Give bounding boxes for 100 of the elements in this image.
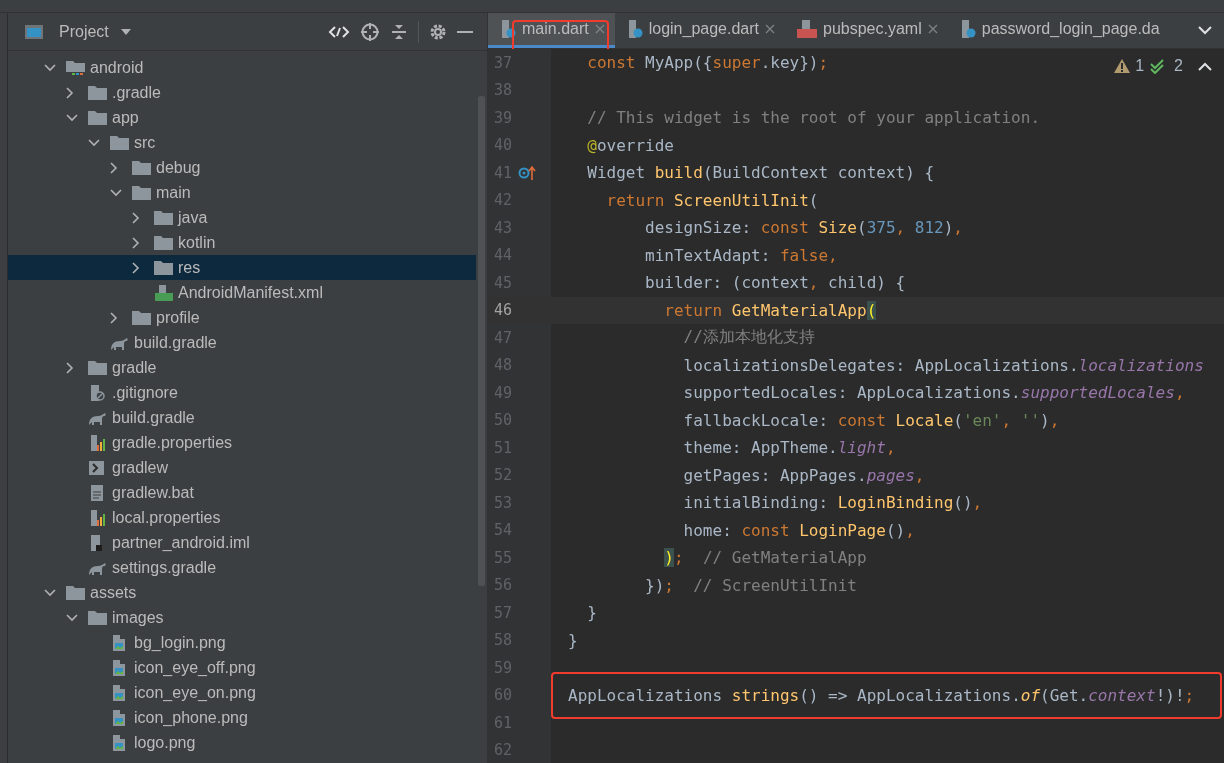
tree-item[interactable]: .gitignore	[8, 380, 476, 405]
tree-item[interactable]: android	[8, 55, 476, 80]
tree-item[interactable]: app	[8, 105, 476, 130]
editor-tab[interactable]: login_page.dart	[614, 13, 785, 48]
tree-item[interactable]: bg_login.png	[8, 630, 476, 655]
code-line: localizationsDelegates: AppLocalizations.localizations	[682, 355, 1204, 375]
tree-item[interactable]: build.gradle	[8, 330, 476, 355]
dart-file-icon	[959, 20, 976, 38]
tree-item[interactable]: gradle.properties	[8, 430, 476, 455]
code-line: AppLocalizations strings() => AppLocalizations.of(Get.context!)!;	[568, 685, 1195, 705]
line-number: 46	[492, 301, 512, 320]
yaml-file-icon	[797, 20, 817, 38]
folder-icon	[66, 584, 85, 601]
tree-item[interactable]: icon_eye_off.png	[8, 655, 476, 680]
chevron-right-icon[interactable]	[66, 86, 74, 99]
folder-icon	[154, 234, 173, 251]
code-line: return ScreenUtilInit(	[605, 190, 819, 210]
panel-title[interactable]: Project	[59, 22, 109, 41]
warning-count: 1	[1135, 57, 1145, 75]
code-line: return GetMaterialApp(	[663, 300, 877, 320]
tree-item[interactable]: kotlin	[8, 230, 476, 255]
folder-icon	[88, 609, 107, 626]
folder-icon	[88, 359, 107, 376]
close-icon[interactable]	[927, 24, 938, 34]
folder-icon	[110, 134, 129, 151]
chevron-up-icon[interactable]	[1198, 61, 1212, 71]
dropdown-caret-icon[interactable]	[118, 26, 133, 37]
code-line: designSize: const Size(375, 812),	[644, 218, 963, 238]
tree-item[interactable]: profile	[8, 305, 476, 330]
code-line: minTextAdapt: false,	[644, 245, 838, 265]
folder-icon	[132, 184, 151, 201]
tree-item[interactable]: AndroidManifest.xml	[8, 280, 476, 305]
tree-item[interactable]: res	[8, 255, 476, 280]
code-line: fallbackLocale: const Locale('en', ''),	[682, 410, 1060, 430]
tree-item[interactable]: local.properties	[8, 505, 476, 530]
tree-item[interactable]: assets	[8, 580, 476, 605]
chevron-down-icon[interactable]	[66, 613, 78, 622]
tree-item[interactable]: java	[8, 205, 476, 230]
tree-item[interactable]: icon_phone.png	[8, 705, 476, 730]
chevron-down-icon[interactable]	[88, 138, 100, 147]
close-icon[interactable]	[765, 24, 775, 34]
settings-icon[interactable]	[429, 22, 447, 41]
code-line: initialBinding: LoginBinding(),	[682, 493, 983, 513]
warning-icon[interactable]	[1114, 59, 1131, 73]
override-marker-icon[interactable]	[518, 164, 536, 181]
window-icon	[24, 23, 44, 40]
code-line: getPages: AppPages.pages,	[682, 465, 925, 485]
folder-icon	[88, 109, 107, 126]
tree-item[interactable]: debug	[8, 155, 476, 180]
chevron-down-icon[interactable]	[66, 113, 78, 122]
chevron-down-icon[interactable]	[44, 63, 56, 72]
code-line: // This widget is the root of your application.	[586, 108, 1040, 128]
tree-item[interactable]: gradlew.bat	[8, 480, 476, 505]
chevron-right-icon[interactable]	[132, 261, 140, 274]
chevron-down-icon[interactable]	[110, 188, 122, 197]
chevron-right-icon[interactable]	[66, 361, 74, 374]
dart-file-icon	[500, 20, 516, 38]
code-line: }	[568, 630, 578, 650]
terminal-icon	[88, 459, 107, 476]
tree-item[interactable]: .gradle	[8, 80, 476, 105]
tree-item[interactable]: images	[8, 605, 476, 630]
collapse-icon[interactable]	[390, 22, 408, 41]
chevron-right-icon[interactable]	[132, 236, 140, 249]
tree-item[interactable]: gradlew	[8, 455, 476, 480]
manifest-file-icon	[154, 284, 173, 301]
editor-tab[interactable]: password_login_page.da	[947, 13, 1170, 48]
folder-icon	[132, 159, 151, 176]
editor-tab[interactable]: pubspec.yaml	[785, 13, 948, 48]
folder-icon	[88, 84, 107, 101]
tree-item[interactable]: build.gradle	[8, 405, 476, 430]
chevron-down-icon[interactable]	[44, 588, 56, 597]
folder-icon	[132, 309, 151, 326]
chevron-right-icon[interactable]	[132, 211, 140, 224]
editor-tab[interactable]: main.dart	[488, 13, 615, 48]
code-line: }); // ScreenUtilInit	[644, 575, 857, 595]
tree-item[interactable]: src	[8, 130, 476, 155]
tree-item[interactable]: icon_eye_on.png	[8, 680, 476, 705]
tree-item[interactable]: main	[8, 180, 476, 205]
chevron-right-icon[interactable]	[110, 311, 118, 324]
code-line: Widget build(BuildContext context) {	[586, 163, 935, 183]
code-line: @override	[586, 135, 674, 155]
code-line: ); // GetMaterialApp	[663, 548, 867, 568]
ignored-file-icon	[88, 384, 107, 401]
tree-item[interactable]: partner_android.iml	[8, 530, 476, 555]
dart-file-icon	[626, 20, 643, 38]
tree-item[interactable]: logo.png	[8, 730, 476, 755]
chart-file-icon	[88, 509, 107, 526]
code-line: }	[586, 603, 597, 623]
folder-icon	[66, 59, 85, 76]
code-line: //添加本地化支持	[682, 327, 815, 347]
code-line: supportedLocales: AppLocalizations.supportedLocales,	[682, 383, 1185, 403]
code-line: theme: AppTheme.light,	[682, 438, 896, 458]
chart-file-icon	[88, 434, 107, 451]
tree-item[interactable]: gradle	[8, 355, 476, 380]
crosshair-icon[interactable]	[360, 21, 380, 42]
folder-icon	[154, 259, 173, 276]
tree-item[interactable]: settings.gradle	[8, 555, 476, 580]
code-line: home: const LoginPage(),	[682, 520, 915, 540]
chevron-right-icon[interactable]	[110, 161, 118, 174]
code-line: const MyApp({super.key});	[586, 53, 829, 73]
